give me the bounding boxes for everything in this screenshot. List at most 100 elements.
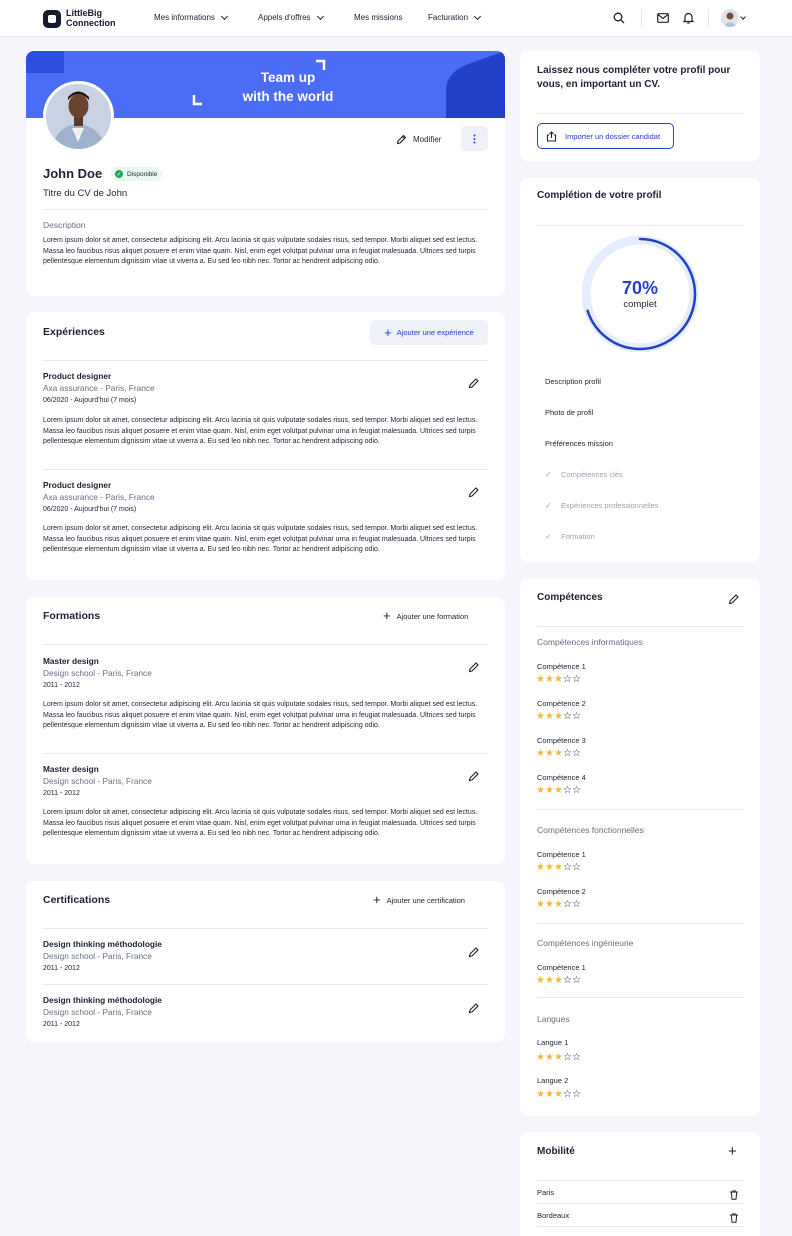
- user-avatar[interactable]: [721, 9, 739, 27]
- divider: [43, 209, 488, 210]
- completion-item-label: Préférences mission: [545, 439, 613, 448]
- mail-icon[interactable]: [655, 10, 671, 26]
- experience-description: Lorem ipsum dolor sit amet, consectetur …: [43, 525, 478, 553]
- divider: [43, 984, 488, 985]
- divider: [537, 113, 744, 114]
- formation-title: Master design: [43, 656, 99, 666]
- menu-mes-informations[interactable]: Mes informations: [154, 12, 228, 22]
- menu-appels-offres[interactable]: Appels d'offres: [258, 12, 324, 22]
- menu-label: Mes informations: [154, 13, 215, 22]
- star-filled-icon: ★: [554, 862, 563, 873]
- divider: [537, 1203, 744, 1204]
- add-experience-button[interactable]: + Ajouter une expérience: [370, 320, 488, 345]
- certification-school: Design school - Paris, France: [43, 1007, 152, 1017]
- certification-date: 2011 - 2012: [43, 1021, 80, 1028]
- more-options-button[interactable]: [461, 126, 488, 151]
- logo-icon: [43, 9, 61, 28]
- formation-description: Lorem ipsum dolor sit amet, consectetur …: [43, 701, 478, 729]
- star-filled-icon: ★: [536, 748, 545, 759]
- menu-mes-missions[interactable]: Mes missions: [354, 13, 402, 22]
- formation-date: 2011 - 2012: [43, 682, 80, 689]
- skill-name: Compétence 1: [537, 963, 586, 972]
- menu-label: Facturation: [428, 13, 469, 22]
- certification-title: Design thinking méthodologie: [43, 995, 162, 1005]
- check-icon: ✓: [545, 470, 552, 479]
- experience-title: Product designer: [43, 371, 112, 381]
- mobility-item: Paris: [537, 1188, 555, 1197]
- chevron-down-icon: [316, 12, 324, 20]
- experience-title: Product designer: [43, 480, 112, 490]
- search-icon[interactable]: [611, 10, 627, 26]
- skill-rating: ★ ★ ★ ☆ ☆: [536, 786, 581, 796]
- pencil-icon[interactable]: [468, 660, 480, 673]
- status-label: Disponible: [127, 170, 158, 178]
- skill-category: Compétences fonctionnelles: [537, 825, 644, 835]
- skill-name: Langue 2: [537, 1076, 569, 1085]
- trash-icon[interactable]: [729, 1187, 739, 1200]
- certifications-title: Certifications: [43, 894, 111, 906]
- completion-percent: 70%: [621, 278, 659, 298]
- menu-facturation[interactable]: Facturation: [428, 12, 482, 22]
- star-filled-icon: ★: [545, 899, 554, 910]
- add-certification-button[interactable]: + Ajouter une certification: [373, 893, 465, 906]
- skill-name: Langue 1: [537, 1038, 569, 1047]
- skill-name: Compétence 4: [537, 773, 586, 782]
- kebab-icon: [473, 134, 476, 143]
- completion-item: Préférences mission: [545, 439, 613, 448]
- star-empty-icon: ☆: [572, 899, 581, 910]
- star-empty-icon: ☆: [563, 748, 572, 759]
- star-filled-icon: ★: [554, 748, 563, 759]
- check-icon: ✓: [545, 532, 552, 541]
- star-empty-icon: ☆: [572, 1052, 581, 1063]
- divider: [537, 809, 744, 810]
- edit-label: Modifier: [413, 134, 442, 144]
- logo-text: LittleBig Connection: [66, 8, 116, 28]
- skill-name: Compétence 3: [537, 736, 586, 745]
- formation-school: Design school - Paris, France: [43, 776, 152, 786]
- mobility-item: Bordeaux: [537, 1211, 570, 1220]
- divider: [43, 753, 488, 754]
- star-filled-icon: ★: [554, 674, 563, 685]
- skill-name: Compétence 2: [537, 699, 586, 708]
- experience-date: 06/2020 - Aujourd'hui (7 mois): [43, 506, 137, 513]
- plus-icon: +: [384, 325, 392, 340]
- skills-title: Compétences: [537, 592, 603, 603]
- edit-profile-button[interactable]: Modifier: [396, 131, 441, 147]
- bell-icon[interactable]: [680, 10, 696, 26]
- skill-name: Compétence 1: [537, 662, 586, 671]
- star-filled-icon: ★: [536, 975, 545, 986]
- add-formation-button[interactable]: + Ajouter une formation: [383, 609, 468, 622]
- cv-title: Titre du CV de John: [43, 188, 128, 199]
- pencil-icon[interactable]: [728, 592, 740, 605]
- star-filled-icon: ★: [536, 785, 545, 796]
- logo[interactable]: LittleBig Connection: [43, 8, 126, 28]
- divider: [43, 928, 488, 929]
- chevron-down-icon[interactable]: [740, 14, 746, 20]
- pencil-icon[interactable]: [468, 769, 480, 782]
- pencil-icon[interactable]: [468, 485, 480, 498]
- completion-item: Photo de profil: [545, 408, 593, 417]
- pencil-icon[interactable]: [468, 1001, 480, 1014]
- add-mobility-button[interactable]: +: [728, 1143, 737, 1161]
- status-badge: ✓ Disponible: [111, 167, 163, 181]
- completion-sub: complet: [623, 299, 657, 310]
- skill-name: Compétence 2: [537, 887, 586, 896]
- star-empty-icon: ☆: [572, 862, 581, 873]
- banner-line-1: Team up: [260, 70, 316, 85]
- experience-date: 06/2020 - Aujourd'hui (7 mois): [43, 397, 137, 404]
- skill-rating: ★ ★ ★ ☆ ☆: [536, 675, 581, 685]
- add-experience-label: Ajouter une expérience: [396, 328, 474, 337]
- description-text: Lorem ipsum dolor sit amet, consectetur …: [43, 237, 478, 265]
- check-icon: ✓: [115, 170, 123, 178]
- skill-rating: ★ ★ ★ ☆ ☆: [536, 1090, 581, 1100]
- star-empty-icon: ☆: [572, 748, 581, 759]
- star-filled-icon: ★: [554, 785, 563, 796]
- star-filled-icon: ★: [536, 899, 545, 910]
- divider: [537, 997, 744, 998]
- star-filled-icon: ★: [536, 711, 545, 722]
- pencil-icon[interactable]: [468, 376, 480, 389]
- trash-icon[interactable]: [729, 1210, 739, 1223]
- import-cv-button[interactable]: Importer un dossier candidat: [537, 123, 674, 149]
- star-filled-icon: ★: [554, 899, 563, 910]
- pencil-icon[interactable]: [468, 945, 480, 958]
